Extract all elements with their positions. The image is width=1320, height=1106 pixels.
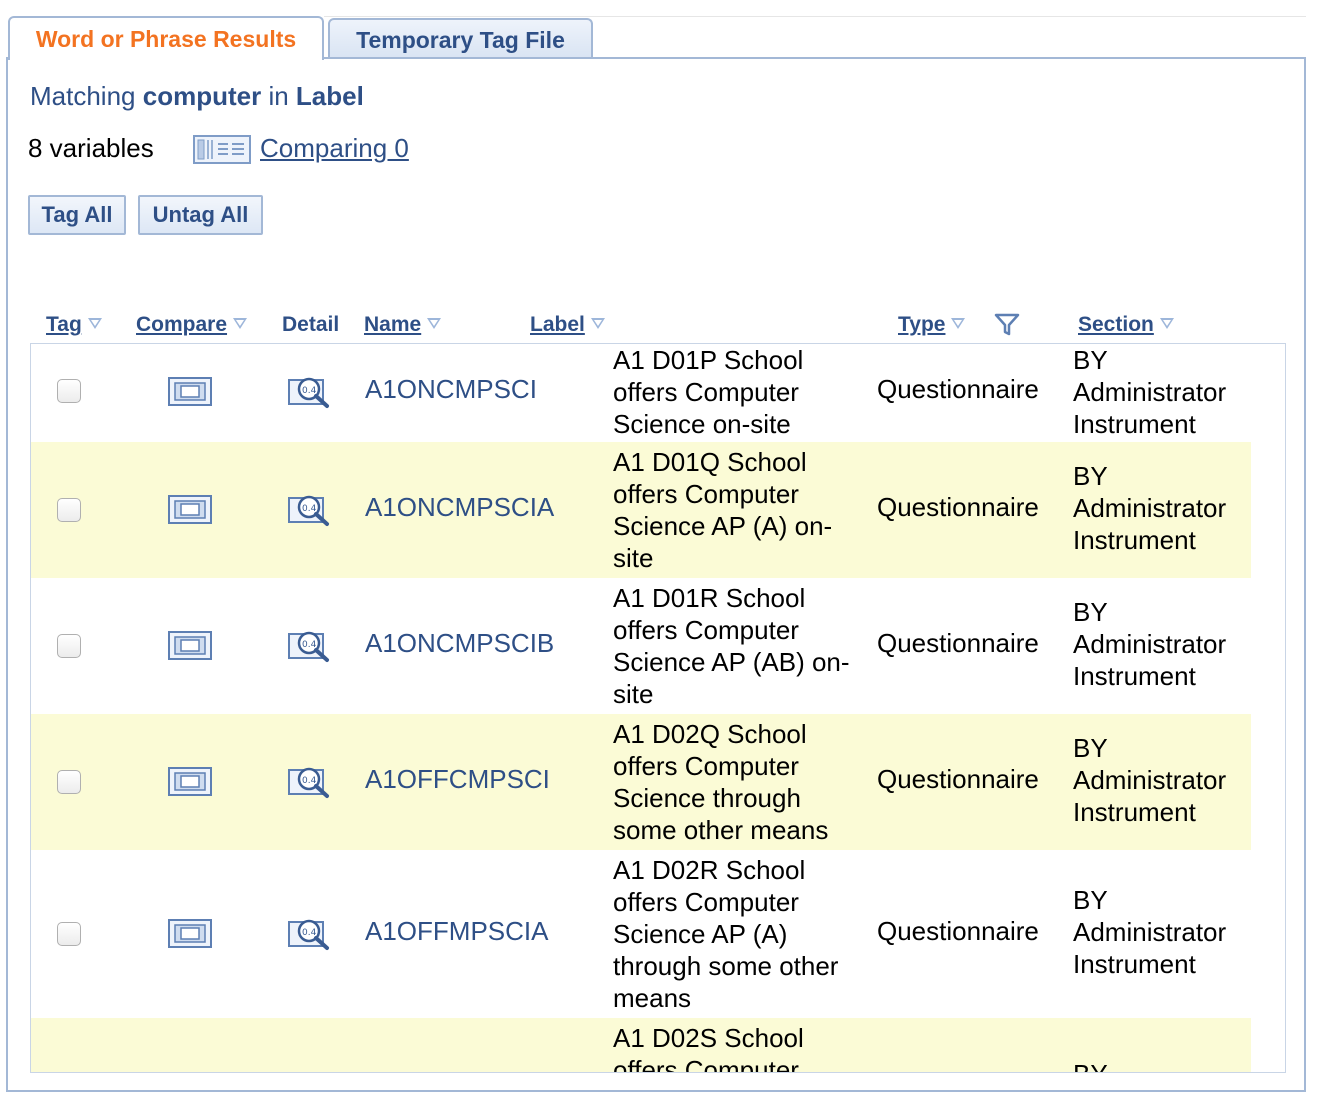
- tab-word-phrase-results[interactable]: Word or Phrase Results: [8, 16, 324, 60]
- filter-icon[interactable]: [994, 313, 1020, 337]
- results-table[interactable]: 0.4 A1ONCMPSCI A1 D01P School offers Com…: [30, 343, 1286, 1073]
- variable-section: BY Administrator Instrument: [1073, 885, 1227, 979]
- variable-label: A1 D01R School offers Computer Science A…: [613, 583, 850, 709]
- tag-checkbox[interactable]: [57, 922, 81, 946]
- variable-type: Questionnaire: [877, 628, 1039, 658]
- table-row: 0.4 A1ONCMPSCI A1 D01P School offers Com…: [31, 344, 1251, 442]
- column-header-section[interactable]: Section: [1078, 313, 1174, 337]
- variable-section: BY Administrator Instrument: [1073, 345, 1227, 439]
- variable-section: BY Administrator Instrument: [1073, 597, 1227, 691]
- variable-label: A1 D01P School offers Computer Science o…: [613, 345, 804, 439]
- sort-triangle-icon[interactable]: [87, 318, 102, 329]
- search-term: computer: [142, 81, 262, 111]
- variable-label: A1 D02Q School offers Computer Science t…: [613, 719, 829, 845]
- variable-type: Questionnaire: [877, 492, 1039, 522]
- search-field: Label: [295, 81, 364, 111]
- table-row: A1 D02S School offers Computer BY: [31, 1018, 1253, 1073]
- variable-name-link[interactable]: A1OFFCMPSCI: [365, 764, 550, 795]
- svg-text:0.4: 0.4: [302, 928, 317, 938]
- sort-triangle-icon[interactable]: [427, 318, 442, 329]
- variable-label: A1 D02R School offers Computer Science A…: [613, 855, 839, 1013]
- variable-name-link[interactable]: A1ONCMPSCI: [365, 374, 537, 405]
- untag-all-button[interactable]: Untag All: [138, 195, 263, 235]
- detail-icon[interactable]: 0.4: [287, 914, 333, 952]
- variables-count: 8 variables: [28, 133, 154, 163]
- column-header-label[interactable]: Label: [530, 313, 605, 337]
- table-row: 0.4 A1OFFCMPSCI A1 D02Q School offers Co…: [31, 714, 1251, 850]
- svg-text:0.4: 0.4: [302, 386, 317, 396]
- compare-icon[interactable]: [167, 764, 213, 798]
- tag-checkbox[interactable]: [57, 634, 81, 658]
- sort-triangle-icon[interactable]: [951, 318, 966, 329]
- search-summary: Matching computer in Label: [30, 81, 364, 112]
- tab-temporary-tag-file[interactable]: Temporary Tag File: [328, 18, 593, 58]
- compare-icon[interactable]: [167, 374, 213, 408]
- variable-name-link[interactable]: A1OFFMPSCIA: [365, 916, 548, 947]
- tab-bar: Word or Phrase Results Temporary Tag Fil…: [8, 16, 1306, 60]
- sort-triangle-icon[interactable]: [233, 318, 248, 329]
- table-row: 0.4 A1OFFMPSCIA A1 D02R School offers Co…: [31, 850, 1251, 1018]
- tag-checkbox[interactable]: [57, 498, 81, 522]
- variable-type: Questionnaire: [877, 374, 1039, 404]
- compare-icon[interactable]: [192, 133, 252, 165]
- comparing-link[interactable]: Comparing 0: [260, 133, 409, 164]
- tag-all-button[interactable]: Tag All: [28, 195, 126, 235]
- column-header-detail: Detail: [282, 313, 340, 336]
- table-row: 0.4 A1ONCMPSCIA A1 D01Q School offers Co…: [31, 442, 1251, 578]
- column-header-compare[interactable]: Compare: [136, 313, 248, 337]
- svg-text:0.4: 0.4: [302, 776, 317, 786]
- search-prefix: Matching: [30, 81, 136, 111]
- variable-section: BY Administrator Instrument: [1073, 733, 1227, 827]
- detail-icon[interactable]: 0.4: [287, 372, 333, 410]
- variable-label: A1 D02S School offers Computer: [613, 1023, 804, 1073]
- variable-name-link[interactable]: A1ONCMPSCIB: [365, 628, 554, 659]
- svg-text:0.4: 0.4: [302, 640, 317, 650]
- variable-type: Questionnaire: [877, 764, 1039, 794]
- variable-name-link[interactable]: A1ONCMPSCIA: [365, 492, 554, 523]
- detail-icon[interactable]: 0.4: [287, 490, 333, 528]
- variable-section: BY: [1073, 1058, 1253, 1072]
- variable-type: Questionnaire: [877, 916, 1039, 946]
- tag-checkbox[interactable]: [57, 379, 81, 403]
- sort-triangle-icon[interactable]: [1159, 318, 1174, 329]
- tag-checkbox[interactable]: [57, 770, 81, 794]
- column-header-tag[interactable]: Tag: [46, 313, 102, 337]
- detail-icon[interactable]: 0.4: [287, 762, 333, 800]
- results-panel: Matching computer in Label 8 variables C…: [6, 57, 1306, 1092]
- variable-section: BY Administrator Instrument: [1073, 461, 1227, 555]
- variable-label: A1 D01Q School offers Computer Science A…: [613, 447, 833, 573]
- compare-icon[interactable]: [167, 492, 213, 526]
- column-header-name[interactable]: Name: [364, 313, 442, 337]
- svg-text:0.4: 0.4: [302, 504, 317, 514]
- tab-bar-line: [324, 16, 1306, 17]
- compare-icon[interactable]: [167, 628, 213, 662]
- column-header-type[interactable]: Type: [898, 313, 966, 337]
- compare-icon[interactable]: [167, 916, 213, 950]
- detail-icon[interactable]: 0.4: [287, 626, 333, 664]
- table-row: 0.4 A1ONCMPSCIB A1 D01R School offers Co…: [31, 578, 1251, 714]
- search-middle: in: [268, 81, 289, 111]
- sort-triangle-icon[interactable]: [590, 318, 605, 329]
